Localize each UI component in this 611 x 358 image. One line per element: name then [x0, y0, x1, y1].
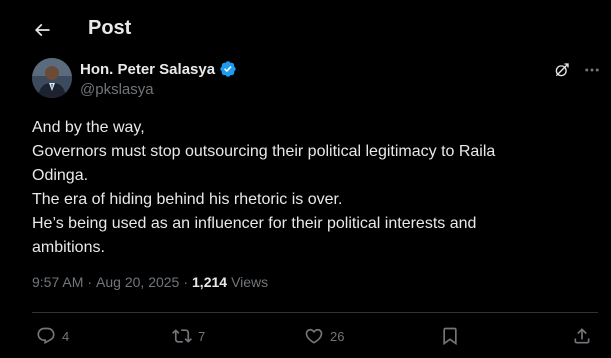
tweet-line: ambitions. [32, 239, 105, 256]
arrow-left-icon [34, 23, 50, 37]
repost-button[interactable]: 7 [172, 322, 205, 350]
author-block: Hon. Peter Salasya @pkslasya [32, 58, 602, 102]
like-button[interactable]: 26 [304, 322, 344, 350]
views-label[interactable]: Views [231, 274, 268, 290]
tweet-line: The era of hiding behind his rhetoric is… [32, 191, 343, 208]
meta-separator: · [183, 274, 189, 290]
tweet-line: And by the way, [32, 119, 145, 136]
avatar[interactable] [32, 58, 72, 98]
views-count[interactable]: 1,214 [192, 274, 227, 290]
name-row: Hon. Peter Salasya [80, 60, 237, 78]
repost-icon [172, 329, 192, 343]
author-handle[interactable]: @pkslasya [80, 81, 154, 98]
share-icon [574, 328, 590, 344]
post-header: Post [0, 0, 611, 58]
divider [32, 312, 598, 313]
reply-count: 4 [62, 328, 70, 344]
tweet-line: Governors must stop outsourcing their po… [32, 143, 496, 160]
reply-icon [37, 327, 55, 345]
verified-badge-icon[interactable] [219, 60, 237, 78]
tweet-date[interactable]: Aug 20, 2025 [96, 274, 179, 290]
repost-count: 7 [198, 328, 206, 344]
more-options-button[interactable] [580, 58, 604, 82]
tweet-line: Odinga. [32, 167, 89, 184]
grok-icon [555, 63, 569, 77]
grok-button[interactable] [550, 58, 574, 82]
tweet-line: He’s being used as an influencer for the… [32, 215, 477, 232]
bookmark-button[interactable] [440, 322, 460, 350]
meta-separator: · [87, 274, 93, 290]
tweet-text: And by the way, Governors must stop outs… [32, 116, 592, 260]
tweet-meta: 9:57 AM · Aug 20, 2025 · 1,214 Views [32, 274, 268, 290]
author-display-name[interactable]: Hon. Peter Salasya [80, 61, 215, 78]
tweet-time[interactable]: 9:57 AM [32, 274, 83, 290]
more-horizontal-icon [585, 68, 599, 72]
bookmark-icon [443, 327, 457, 346]
heart-icon [305, 328, 323, 344]
back-button[interactable] [26, 14, 58, 46]
like-count: 26 [330, 328, 345, 344]
share-button[interactable] [572, 322, 592, 350]
action-bar: 4 7 26 [32, 322, 598, 350]
page-title: Post [88, 17, 132, 39]
reply-button[interactable]: 4 [36, 322, 69, 350]
